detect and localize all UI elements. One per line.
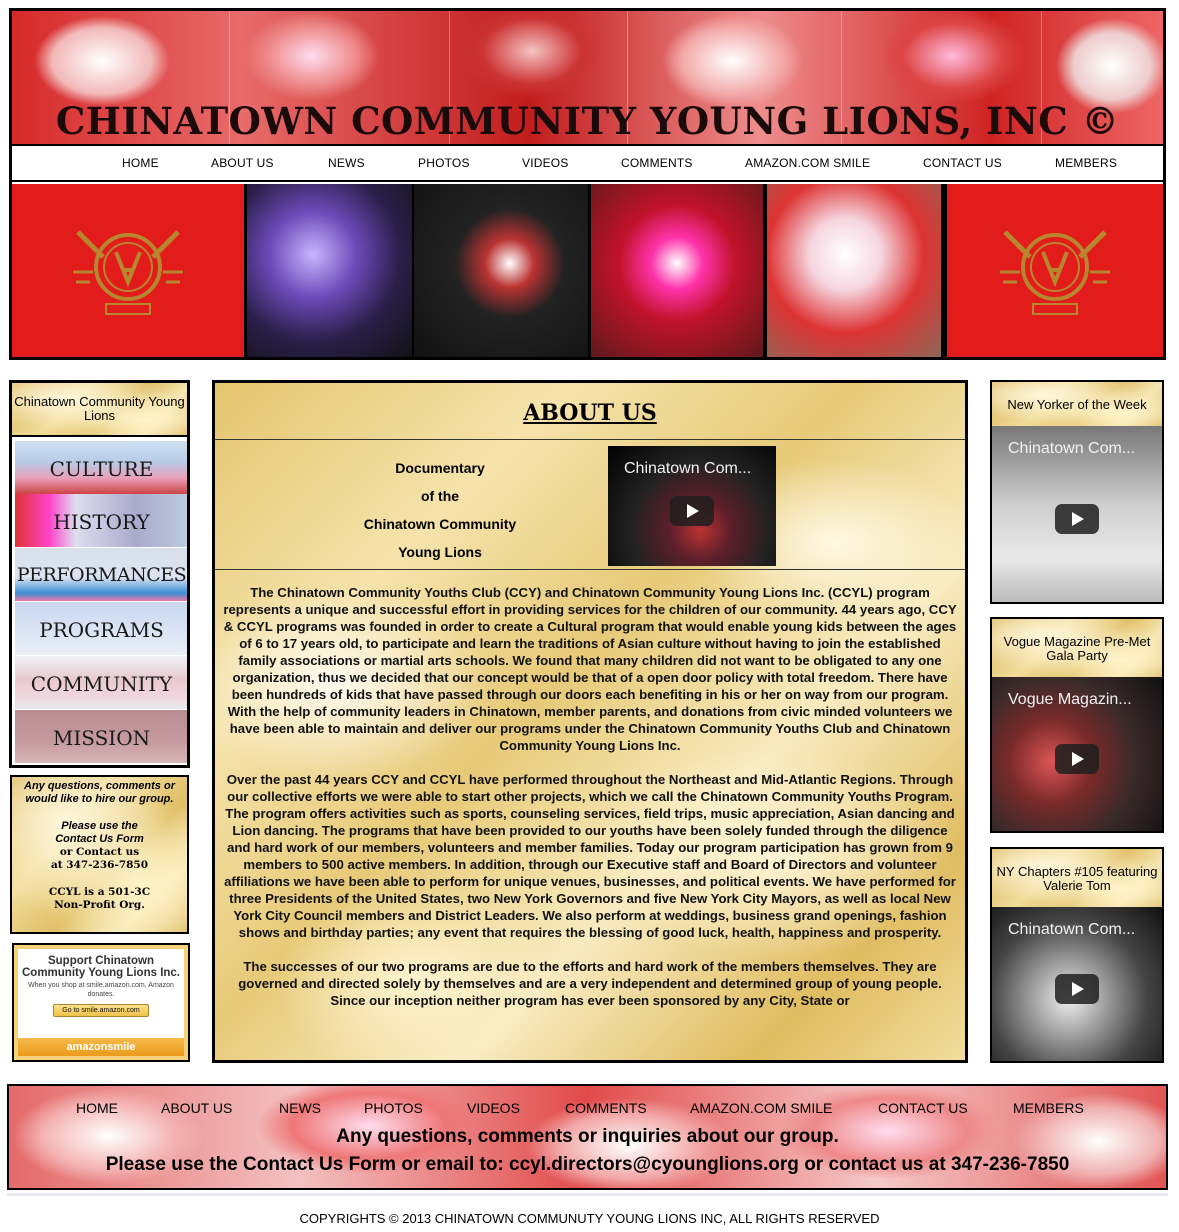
lion-emblem-logo — [12, 184, 244, 357]
amazon-smile-button[interactable]: Go to smile.amazon.com — [53, 1004, 149, 1017]
footer-nav-about-us[interactable]: ABOUT US — [161, 1100, 232, 1116]
play-icon[interactable] — [1055, 974, 1099, 1004]
amazon-small-text: When you shop at smile.amazon.com, Amazo… — [28, 982, 174, 998]
nav-members[interactable]: MEMBERS — [1055, 156, 1117, 170]
footer-nav-contact-us[interactable]: CONTACT US — [878, 1100, 968, 1116]
lion-dance-photo — [591, 184, 763, 357]
video-title: Chinatown Com... — [1008, 921, 1136, 938]
play-icon[interactable] — [1055, 504, 1099, 534]
sidebar-link-performances[interactable]: PERFORMANCES — [15, 548, 187, 601]
nav-photos[interactable]: PHOTOS — [418, 156, 470, 170]
video-player[interactable]: Chinatown Com... — [992, 907, 1162, 1061]
header-banner: CHINATOWN COMMUNITY YOUNG LIONS, INC © — [12, 11, 1163, 144]
video-title: Chinatown Com... — [624, 460, 752, 477]
about-us-panel: ABOUT US Documentary of the Chinatown Co… — [212, 380, 968, 1063]
caption-line: Documentary — [395, 460, 485, 476]
info-phone: at 347-236-7850 — [50, 859, 149, 871]
amazon-smile-banner[interactable]: Support Chinatown Community Young Lions … — [12, 943, 190, 1062]
sidebar-link-label: PERFORMANCES — [16, 564, 187, 586]
footer-nav-videos[interactable]: VIDEOS — [467, 1100, 520, 1116]
video-box-title: New Yorker of the Week — [992, 382, 1162, 426]
footer-nav-news[interactable]: NEWS — [279, 1100, 321, 1116]
emblem-icon — [73, 230, 183, 315]
body-paragraph: Over the past 44 years CCY and CCYL have… — [224, 772, 956, 940]
sidebar-link-community[interactable]: COMMUNITY — [15, 656, 187, 709]
caption-line: Young Lions — [398, 544, 482, 560]
video-box-ny-chapters: NY Chapters #105 featuring Valerie Tom C… — [990, 847, 1164, 1063]
site-title: CHINATOWN COMMUNITY YOUNG LIONS, INC © — [55, 99, 1120, 143]
video-player[interactable]: Chinatown Com... — [992, 426, 1162, 602]
lion-dance-photo — [414, 184, 588, 357]
nav-videos[interactable]: VIDEOS — [522, 156, 569, 170]
left-sidebar: Chinatown Community Young Lions CULTURE … — [9, 380, 190, 768]
video-box-title: NY Chapters #105 featuring Valerie Tom — [992, 849, 1162, 907]
footer-nav-home[interactable]: HOME — [76, 1100, 118, 1116]
play-icon[interactable] — [1055, 744, 1099, 774]
divider — [7, 1193, 1168, 1196]
photo-strip — [12, 184, 1163, 357]
sidebar-link-label: CULTURE — [49, 457, 154, 481]
caption-line: of the — [420, 488, 460, 504]
site-header: CHINATOWN COMMUNITY YOUNG LIONS, INC © H… — [9, 8, 1166, 360]
caption-line: Chinatown Community — [363, 516, 517, 532]
nav-amazon-smile[interactable]: AMAZON.COM SMILE — [745, 156, 870, 170]
sidebar-link-mission[interactable]: MISSION — [15, 710, 187, 763]
footer-nav-members[interactable]: MEMBERS — [1013, 1100, 1084, 1116]
emblem-icon — [1000, 230, 1110, 315]
footer-nav-comments[interactable]: COMMENTS — [565, 1100, 647, 1116]
site-footer: HOME ABOUT US NEWS PHOTOS VIDEOS COMMENT… — [7, 1084, 1168, 1190]
left-sidebar-title: Chinatown Community Young Lions — [12, 383, 187, 437]
sidebar-link-programs[interactable]: PROGRAMS — [15, 602, 187, 655]
lion-emblem-logo — [947, 184, 1163, 357]
sidebar-link-label: HISTORY — [53, 510, 150, 534]
play-icon[interactable] — [670, 496, 714, 526]
nav-news[interactable]: NEWS — [328, 156, 365, 170]
info-text: or Contact us — [59, 846, 140, 858]
nav-about-us[interactable]: ABOUT US — [211, 156, 274, 170]
body-paragraph: The Chinatown Community Youths Club (CCY… — [223, 585, 957, 753]
sidebar-link-label: COMMUNITY — [30, 672, 173, 696]
footer-nav-photos[interactable]: PHOTOS — [364, 1100, 423, 1116]
copyright: COPYRIGHTS © 2013 CHINATOWN COMMUNUTY YO… — [299, 1211, 880, 1226]
video-box-title: Vogue Magazine Pre-Met Gala Party — [992, 619, 1162, 677]
sidebar-link-label: MISSION — [52, 726, 151, 750]
sidebar-link-label: PROGRAMS — [39, 618, 164, 642]
nav-contact-us[interactable]: CONTACT US — [923, 156, 1002, 170]
nonprofit-text: CCYL is a 501-3C Non-Profit Org. — [48, 886, 151, 911]
documentary-video[interactable]: Chinatown Com... — [608, 446, 776, 566]
video-box-new-yorker: New Yorker of the Week Chinatown Com... — [990, 380, 1164, 604]
documentary-caption: Documentary of the Chinatown Community Y… — [345, 454, 535, 566]
sidebar-link-history[interactable]: HISTORY — [15, 494, 187, 547]
divider — [215, 439, 965, 440]
video-title: Vogue Magazin... — [1008, 691, 1132, 708]
amazon-smile-card: Support Chinatown Community Young Lions … — [18, 949, 184, 1056]
divider — [215, 569, 965, 570]
video-box-vogue: Vogue Magazine Pre-Met Gala Party Vogue … — [990, 617, 1164, 833]
sidebar-link-culture[interactable]: CULTURE — [15, 441, 187, 494]
amazon-smile-logo: amazonsmile — [18, 1038, 184, 1056]
about-us-body: The Chinatown Community Youths Club (CCY… — [221, 584, 959, 1026]
amazon-support-text: Support Chinatown Community Young Lions … — [21, 955, 181, 979]
info-text: Please use the Contact Us Form — [55, 820, 144, 845]
lion-dance-photo — [767, 184, 941, 357]
video-title: Chinatown Com... — [1008, 440, 1136, 457]
footer-message: Any questions, comments or inquiries abo… — [336, 1126, 839, 1147]
lion-dance-photo — [247, 184, 412, 357]
top-nav: HOME ABOUT US NEWS PHOTOS VIDEOS COMMENT… — [12, 144, 1163, 182]
info-text: Any questions, comments or would like to… — [24, 780, 175, 805]
nav-comments[interactable]: COMMENTS — [621, 156, 693, 170]
contact-info-box: Any questions, comments or would like to… — [10, 775, 189, 934]
video-player[interactable]: Vogue Magazin... — [992, 677, 1162, 831]
footer-nav-amazon-smile[interactable]: AMAZON.COM SMILE — [690, 1100, 832, 1116]
nav-home[interactable]: HOME — [122, 156, 159, 170]
body-paragraph: The successes of our two programs are du… — [238, 959, 942, 1008]
footer-contact: Please use the Contact Us Form or email … — [105, 1154, 1070, 1175]
page-title: ABOUT US — [523, 400, 657, 426]
